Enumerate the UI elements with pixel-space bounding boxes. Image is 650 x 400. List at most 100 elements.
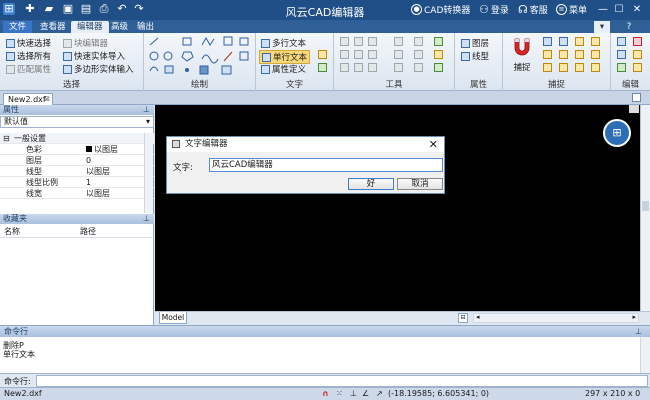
rotate-tool-button[interactable] bbox=[354, 37, 363, 46]
layout-menu-icon[interactable]: ⊟ bbox=[458, 313, 468, 323]
delete-button[interactable] bbox=[633, 37, 642, 46]
quick-entity-import-button[interactable]: 快速实体导入 bbox=[63, 50, 125, 62]
viewcube-icon[interactable]: ⊞ bbox=[603, 119, 631, 147]
scroll-right-icon[interactable]: ▸ bbox=[632, 313, 636, 321]
property-row-lineweight[interactable]: 线宽 以图层 bbox=[0, 188, 154, 199]
snap-node-button[interactable] bbox=[543, 63, 552, 72]
tab-output[interactable]: 输出 bbox=[131, 21, 160, 33]
pin-icon[interactable]: ⊥ bbox=[635, 326, 642, 337]
track-toggle-icon[interactable]: ↗ bbox=[376, 388, 383, 400]
fillet-tool-button[interactable] bbox=[340, 63, 349, 72]
offset-tool-button[interactable] bbox=[414, 50, 423, 59]
snap-toggle-icon[interactable]: ∩ bbox=[322, 388, 329, 400]
block-editor-button[interactable]: 块编辑器 bbox=[63, 37, 108, 49]
attribute-definition-button[interactable]: 属性定义 bbox=[261, 63, 306, 75]
property-row-linetype[interactable]: 线型 以图层 bbox=[0, 166, 154, 177]
quick-select-button[interactable]: 快速选择 bbox=[6, 37, 51, 49]
linetype-button[interactable]: 线型 bbox=[461, 50, 489, 62]
break-tool-button[interactable] bbox=[368, 63, 377, 72]
support-button[interactable]: ☊ 客服 bbox=[518, 3, 548, 16]
properties-selector[interactable]: 默认值 ▾ bbox=[0, 116, 154, 128]
scroll-left-icon[interactable]: ◂ bbox=[476, 313, 480, 321]
snap-quadrant-button[interactable] bbox=[575, 50, 584, 59]
favorites-col-path[interactable]: 路径 bbox=[80, 226, 96, 238]
tab-editor[interactable]: 编辑器 bbox=[71, 21, 109, 33]
properties-scrollbar[interactable] bbox=[144, 133, 153, 213]
canvas-corner-button[interactable] bbox=[629, 105, 639, 113]
properties-section[interactable]: ⊟ 一般设置 bbox=[0, 133, 154, 144]
grid-toggle-icon[interactable]: ⁙ bbox=[336, 388, 343, 400]
single-line-text-button[interactable]: 单行文本 bbox=[259, 50, 311, 64]
calculator-tool-button[interactable] bbox=[434, 63, 443, 72]
text-edit-button[interactable] bbox=[318, 63, 327, 72]
vertical-scrollbar[interactable] bbox=[640, 105, 650, 311]
maximize-button[interactable]: ☐ bbox=[612, 3, 626, 16]
clipboard-button[interactable] bbox=[617, 63, 626, 72]
horizontal-scrollbar[interactable]: ◂ ▸ bbox=[473, 313, 639, 323]
chamfer-tool-button[interactable] bbox=[354, 63, 363, 72]
snap-insert-button[interactable] bbox=[559, 63, 568, 72]
match-properties-button[interactable]: 匹配属性 bbox=[6, 63, 51, 75]
measure-tool-button[interactable] bbox=[434, 50, 443, 59]
text-style-button[interactable] bbox=[318, 50, 327, 59]
dialog-close-button[interactable]: ✕ bbox=[429, 137, 438, 152]
snap-nearest-button[interactable] bbox=[591, 50, 600, 59]
snap-midpoint-button[interactable] bbox=[559, 50, 568, 59]
snap-button[interactable]: 捕捉 bbox=[507, 36, 537, 74]
style-dropdown-icon[interactable]: ▾ bbox=[594, 21, 610, 33]
scale-tool-button[interactable] bbox=[340, 50, 349, 59]
dimension-tool-button[interactable] bbox=[434, 37, 443, 46]
mtext-button[interactable]: 多行文本 bbox=[261, 37, 306, 49]
menu-button[interactable]: ≡ 菜单 bbox=[556, 3, 587, 16]
move-tool-button[interactable] bbox=[340, 37, 349, 46]
extend-tool-button[interactable] bbox=[394, 50, 403, 59]
snap-center-button[interactable] bbox=[575, 37, 584, 46]
pin-icon[interactable]: ⊥ bbox=[143, 214, 150, 224]
model-tab[interactable]: Model bbox=[159, 312, 187, 324]
select-all-button[interactable]: 选择所有 bbox=[6, 50, 51, 62]
snap-perpendicular-button[interactable] bbox=[559, 37, 568, 46]
property-row-color[interactable]: 色彩 以图层 bbox=[0, 144, 154, 155]
help-icon[interactable]: ? bbox=[623, 21, 635, 33]
snap-extension-button[interactable] bbox=[575, 63, 584, 72]
join-tool-button[interactable] bbox=[394, 63, 403, 72]
tab-advanced[interactable]: 高级 bbox=[105, 21, 134, 33]
text-input[interactable]: 风云CAD编辑器 bbox=[209, 158, 443, 172]
paste-button[interactable] bbox=[633, 50, 642, 59]
polar-toggle-icon[interactable]: ∠ bbox=[362, 388, 369, 400]
copy-button[interactable] bbox=[617, 50, 626, 59]
pin-icon[interactable]: ⊥ bbox=[143, 105, 150, 115]
snap-intersection-button[interactable] bbox=[543, 50, 552, 59]
ortho-toggle-icon[interactable]: ⊥ bbox=[350, 388, 357, 400]
cad-converter-button[interactable]: ● CAD转换器 bbox=[411, 3, 470, 16]
command-input[interactable] bbox=[36, 375, 648, 387]
snap-parallel-button[interactable] bbox=[591, 63, 600, 72]
snap-endpoint-button[interactable] bbox=[543, 37, 552, 46]
mirror-tool-button[interactable] bbox=[414, 37, 423, 46]
minimize-button[interactable]: — bbox=[596, 3, 610, 16]
trim-tool-button[interactable] bbox=[368, 50, 377, 59]
cut-button[interactable] bbox=[617, 37, 626, 46]
polygon-entity-input-button[interactable]: 多边形实体输入 bbox=[63, 63, 134, 75]
close-button[interactable]: ✕ bbox=[630, 3, 644, 16]
explode-tool-button[interactable] bbox=[414, 63, 423, 72]
copy-tool-button[interactable] bbox=[368, 37, 377, 46]
favorites-col-name[interactable]: 名称 bbox=[4, 226, 20, 238]
command-scrollbar[interactable] bbox=[640, 337, 650, 374]
snap-tangent-button[interactable] bbox=[591, 37, 600, 46]
paste-block-button[interactable] bbox=[633, 63, 642, 72]
tab-file[interactable]: 文件 bbox=[3, 21, 33, 33]
tab-viewer[interactable]: 查看器 bbox=[34, 21, 72, 33]
ok-button[interactable]: 好 bbox=[348, 178, 394, 190]
property-row-layer[interactable]: 图层 0 bbox=[0, 155, 154, 166]
close-tab-icon[interactable]: ⊠ bbox=[44, 94, 50, 105]
layer-button[interactable]: 图层 bbox=[461, 37, 489, 49]
array-tool-button[interactable] bbox=[394, 37, 403, 46]
stretch-tool-button[interactable] bbox=[354, 50, 363, 59]
property-row-linetype-scale[interactable]: 线型比例 1 bbox=[0, 177, 154, 188]
cancel-button[interactable]: 取消 bbox=[397, 178, 443, 190]
login-button[interactable]: ⚇ 登录 bbox=[479, 3, 509, 16]
window-restore-icon[interactable] bbox=[632, 93, 641, 102]
vertical-scroll-thumb[interactable] bbox=[642, 201, 649, 211]
document-tab[interactable]: New2.dxf ⊠ bbox=[3, 93, 53, 105]
